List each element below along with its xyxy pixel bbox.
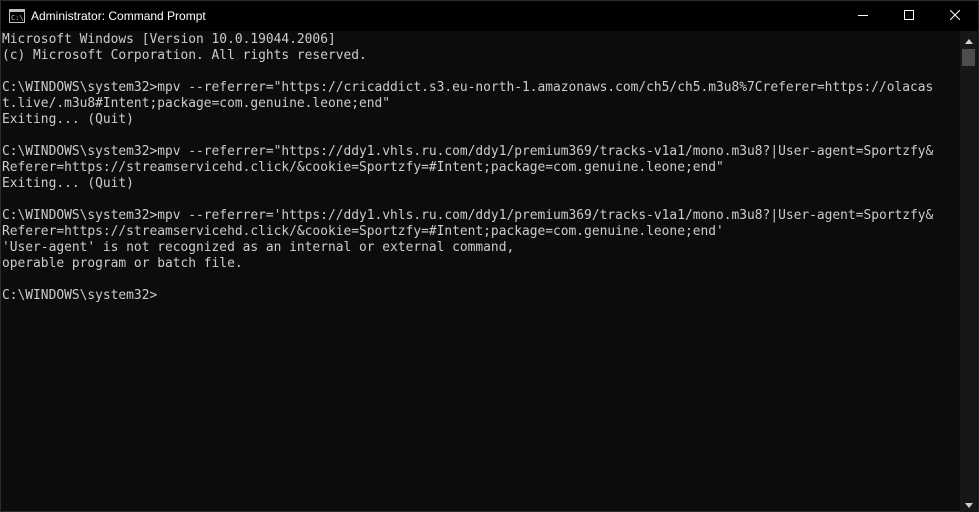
console-line: Exiting... (Quit): [2, 176, 134, 191]
svg-text:C:\: C:\: [11, 14, 24, 22]
close-button[interactable]: [932, 1, 978, 31]
console-line: (c) Microsoft Corporation. All rights re…: [2, 48, 367, 63]
scrollbar-thumb[interactable]: [962, 49, 975, 66]
scroll-up-button[interactable]: [960, 31, 977, 48]
minimize-icon: [858, 7, 868, 25]
title-bar[interactable]: C:\ Administrator: Command Prompt: [1, 1, 978, 31]
scroll-down-button[interactable]: [960, 495, 977, 512]
console-line: C:\WINDOWS\system32>mpv --referrer="http…: [2, 80, 934, 95]
caption-buttons: [840, 1, 978, 31]
maximize-icon: [904, 7, 914, 25]
console-prompt-line[interactable]: C:\WINDOWS\system32>: [2, 288, 961, 304]
vertical-scrollbar[interactable]: [960, 31, 977, 512]
console-line: 'User-agent' is not recognized as an int…: [2, 240, 515, 255]
chevron-down-icon: [964, 495, 973, 512]
console-line: Exiting... (Quit): [2, 112, 134, 127]
window-title: Administrator: Command Prompt: [31, 9, 206, 23]
maximize-button[interactable]: [886, 1, 932, 31]
console-line: Referer=https://streamservicehd.click/&c…: [2, 224, 724, 239]
console-line: Referer=https://streamservicehd.click/&c…: [2, 160, 724, 175]
console-line: t.live/.m3u8#Intent;package=com.genuine.…: [2, 96, 391, 111]
console-line: C:\WINDOWS\system32>mpv --referrer='http…: [2, 208, 934, 223]
cmd-icon[interactable]: C:\: [9, 8, 25, 24]
console-output[interactable]: Microsoft Windows [Version 10.0.19044.20…: [1, 31, 961, 512]
chevron-up-icon: [964, 31, 973, 49]
minimize-button[interactable]: [840, 1, 886, 31]
console-line: C:\WINDOWS\system32>mpv --referrer="http…: [2, 144, 934, 159]
console-line: Microsoft Windows [Version 10.0.19044.20…: [2, 32, 336, 47]
console-line: operable program or batch file.: [2, 256, 243, 271]
command-prompt-window: C:\ Administrator: Command Prompt Micros…: [0, 0, 979, 512]
close-icon: [949, 7, 961, 25]
